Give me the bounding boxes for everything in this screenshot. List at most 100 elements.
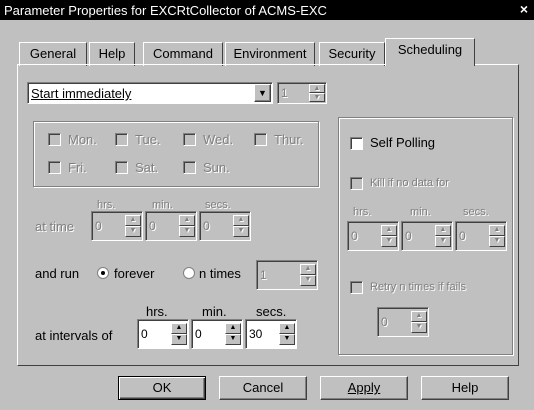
spin-down-icon[interactable]: ▼ (435, 236, 451, 247)
start-mode-select[interactable]: Start immediately ▼ (27, 82, 273, 104)
radio-n-times[interactable] (183, 267, 195, 279)
radio-forever[interactable] (97, 267, 109, 279)
min-label: min. (202, 304, 227, 319)
spin-up-icon[interactable]: ▲ (233, 215, 249, 226)
checkbox-self-polling[interactable] (350, 137, 363, 150)
kill-secs-spinner[interactable]: 0 ▲ ▼ (455, 221, 507, 251)
spin-down-icon[interactable]: ▼ (279, 334, 295, 345)
cancel-button[interactable]: Cancel (219, 376, 307, 400)
retry-spinner[interactable]: 0 ▲ ▼ (377, 307, 429, 337)
spin-down-icon[interactable]: ▼ (309, 93, 325, 102)
checkbox-fri[interactable] (48, 161, 61, 174)
day-label: Sun. (203, 160, 230, 175)
spin-down-icon[interactable]: ▼ (171, 334, 187, 345)
tab-label: General (29, 46, 77, 61)
tab-label: Scheduling (397, 42, 463, 57)
checkbox-retry[interactable] (350, 281, 363, 294)
at-time-hrs-spinner[interactable]: 0 ▲ ▼ (91, 211, 143, 241)
title-bar: Parameter Properties for EXCRtCollector … (0, 0, 534, 20)
tab-label: Security (328, 46, 376, 61)
hrs-label: hrs. (146, 304, 168, 319)
tab-label: Help (98, 46, 126, 61)
apply-button[interactable]: Apply (320, 376, 408, 400)
spin-down-icon[interactable]: ▼ (381, 236, 397, 247)
ok-button[interactable]: OK (118, 376, 206, 400)
spin-up-icon[interactable]: ▲ (309, 84, 325, 93)
secs-label: secs. (463, 206, 489, 218)
spinner-value: 0 (141, 327, 148, 341)
spinner-value: 0 (459, 229, 466, 243)
checkbox-thur[interactable] (254, 133, 267, 146)
help-button[interactable]: Help (421, 376, 509, 400)
tab-command[interactable]: Command (143, 42, 223, 66)
spinner-value: 1 (260, 268, 267, 282)
interval-min-spinner[interactable]: 0 ▲ ▼ (191, 319, 243, 349)
spin-up-icon[interactable]: ▲ (435, 225, 451, 236)
spinner-value: 0 (195, 327, 202, 341)
spin-down-icon[interactable]: ▼ (300, 275, 316, 286)
day-label: Sat. (135, 160, 159, 175)
secs-label: secs. (205, 199, 231, 211)
start-count-value: 1 (281, 86, 288, 100)
and-run-label: and run (35, 266, 80, 281)
tab-general[interactable]: General (19, 42, 87, 66)
hrs-label: hrs. (353, 206, 372, 218)
spin-up-icon[interactable]: ▲ (489, 225, 505, 236)
tab-help[interactable]: Help (89, 42, 135, 66)
window-title: Parameter Properties for EXCRtCollector … (4, 3, 327, 18)
checkbox-wed[interactable] (183, 133, 196, 146)
spin-down-icon[interactable]: ▼ (233, 226, 249, 237)
kill-hrs-spinner[interactable]: 0 ▲ ▼ (347, 221, 399, 251)
secs-label: secs. (256, 304, 287, 319)
spin-up-icon[interactable]: ▲ (171, 323, 187, 334)
spin-up-icon[interactable]: ▲ (381, 225, 397, 236)
tab-scheduling[interactable]: Scheduling (385, 38, 475, 66)
spin-up-icon[interactable]: ▲ (225, 323, 241, 334)
kill-min-spinner[interactable]: 0 ▲ ▼ (401, 221, 453, 251)
spin-up-icon[interactable]: ▲ (411, 311, 427, 322)
tab-security[interactable]: Security (319, 42, 385, 66)
min-label: min. (410, 206, 431, 218)
spin-up-icon[interactable]: ▲ (279, 323, 295, 334)
spin-down-icon[interactable]: ▼ (225, 334, 241, 345)
start-count-spinner[interactable]: 1 ▲ ▼ (277, 82, 327, 104)
at-time-min-spinner[interactable]: 0 ▲ ▼ (145, 211, 197, 241)
start-mode-value: Start immediately (31, 86, 132, 101)
spin-down-icon[interactable]: ▼ (125, 226, 141, 237)
day-label: Mon. (68, 132, 97, 147)
n-times-spinner[interactable]: 1 ▲ ▼ (256, 260, 318, 290)
retry-label: Retry n times if fails (370, 281, 466, 293)
checkbox-sat[interactable] (115, 161, 128, 174)
close-icon[interactable]: × (520, 1, 528, 17)
min-label: min. (152, 199, 173, 211)
tab-environment[interactable]: Environment (225, 42, 315, 66)
day-label: Thur. (274, 132, 304, 147)
checkbox-mon[interactable] (48, 133, 61, 146)
forever-label: forever (114, 266, 155, 281)
spinner-value: 0 (405, 229, 412, 243)
checkbox-sun[interactable] (183, 161, 196, 174)
days-group (33, 121, 319, 187)
spin-down-icon[interactable]: ▼ (179, 226, 195, 237)
spinner-value: 0 (381, 315, 388, 329)
spin-up-icon[interactable]: ▲ (125, 215, 141, 226)
checkbox-kill[interactable] (350, 177, 363, 190)
at-time-secs-spinner[interactable]: 0 ▲ ▼ (199, 211, 251, 241)
spin-down-icon[interactable]: ▼ (489, 236, 505, 247)
hrs-label: hrs. (97, 199, 116, 211)
spin-up-icon[interactable]: ▲ (300, 264, 316, 275)
apply-label: Apply (347, 380, 381, 395)
checkbox-tue[interactable] (115, 133, 128, 146)
day-label: Tue. (135, 132, 161, 147)
self-polling-label: Self Polling (370, 135, 436, 150)
spin-down-icon[interactable]: ▼ (411, 322, 427, 333)
at-intervals-label: at intervals of (35, 328, 113, 343)
chevron-down-icon[interactable]: ▼ (254, 84, 271, 102)
tab-label: Environment (233, 46, 307, 61)
interval-secs-spinner[interactable]: 30 ▲ ▼ (245, 319, 297, 349)
spin-up-icon[interactable]: ▲ (179, 215, 195, 226)
interval-hrs-spinner[interactable]: 0 ▲ ▼ (137, 319, 189, 349)
tab-label: Command (153, 46, 213, 61)
spinner-value: 0 (351, 229, 358, 243)
day-label: Fri. (68, 160, 87, 175)
